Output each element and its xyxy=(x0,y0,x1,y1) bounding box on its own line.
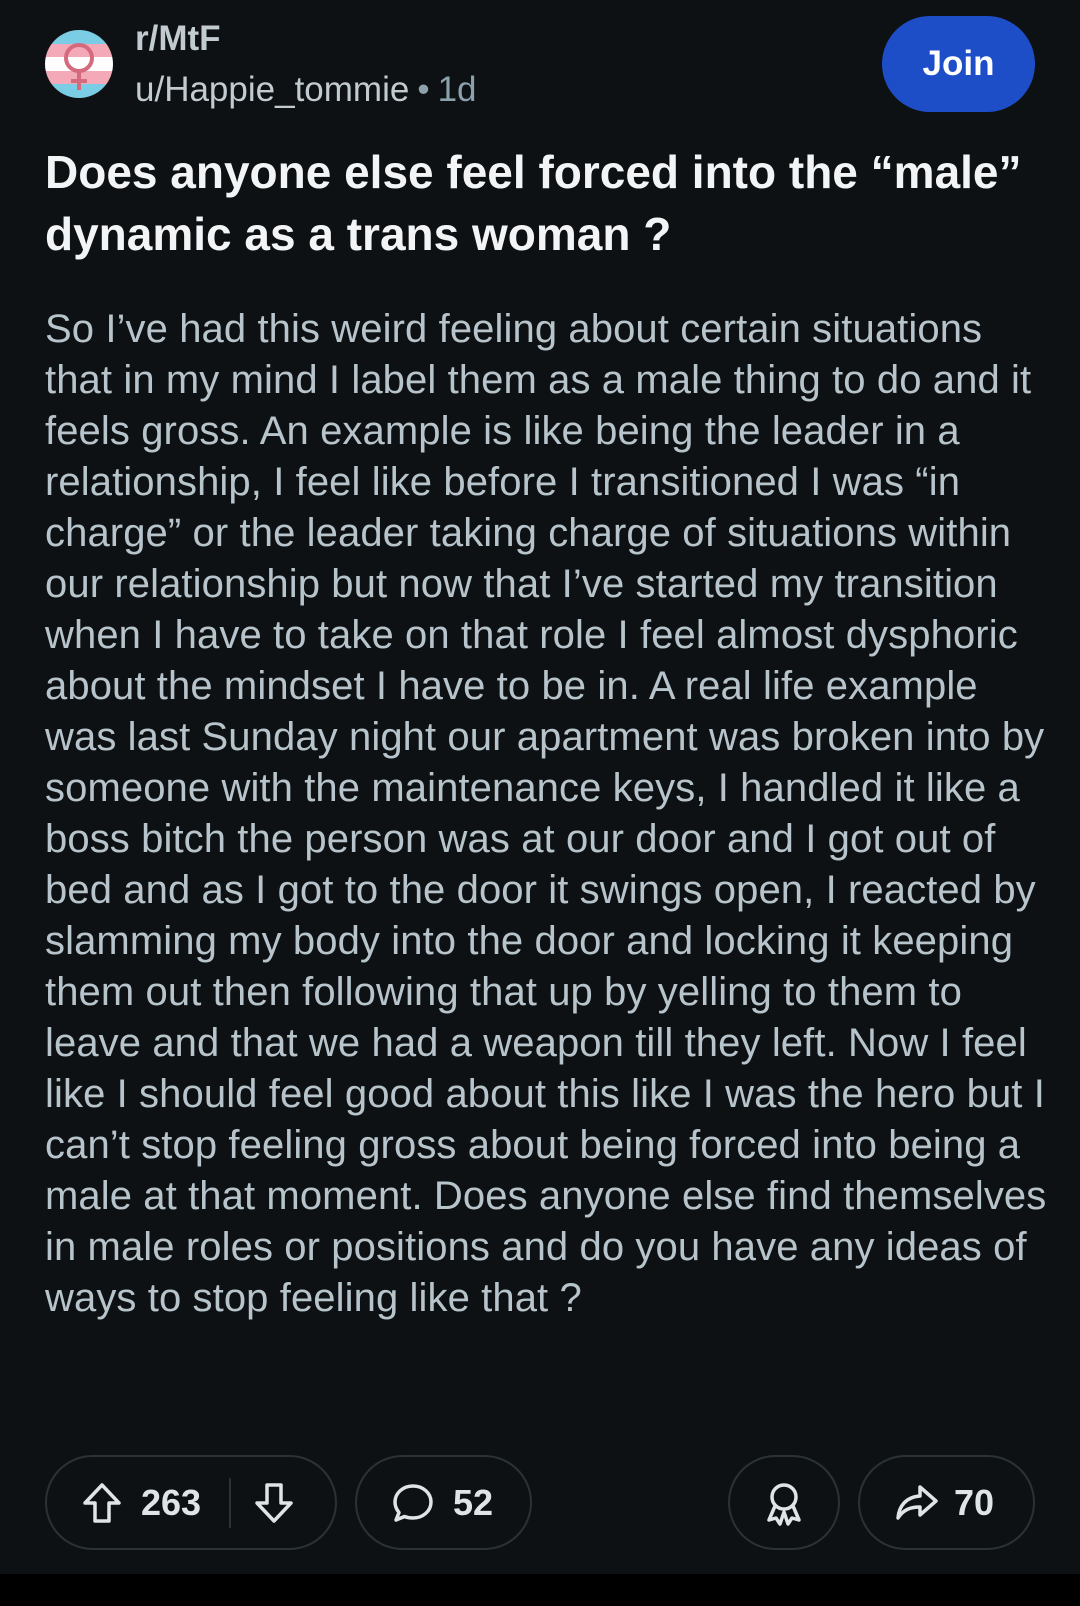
share-arrow-icon xyxy=(894,1483,940,1523)
award-icon xyxy=(762,1480,806,1526)
comment-bubble-icon xyxy=(391,1481,435,1525)
downvote-icon[interactable] xyxy=(253,1481,295,1525)
vote-divider xyxy=(229,1477,232,1528)
author-name[interactable]: u/Happie_tommie xyxy=(135,70,409,109)
trans-symbol-avatar-icon xyxy=(45,30,113,98)
award-button[interactable] xyxy=(728,1455,840,1550)
upvote-icon[interactable] xyxy=(81,1481,123,1525)
share-count: 70 xyxy=(954,1481,995,1523)
post-card: r/MtF u/Happie_tommie • 1d Join Does anyon… xyxy=(0,0,1080,1574)
vote-control: 263 xyxy=(45,1455,337,1550)
meta-separator: • xyxy=(417,70,430,109)
post-body: So I’ve had this weird feeling about cer… xyxy=(45,307,1047,1320)
share-button[interactable]: 70 xyxy=(858,1455,1035,1550)
comment-count: 52 xyxy=(453,1481,494,1523)
upvote-count: 263 xyxy=(141,1481,202,1523)
bottom-edge-bar xyxy=(0,1574,1080,1606)
post-age: 1d xyxy=(437,70,477,109)
subreddit-name[interactable]: r/MtF xyxy=(135,18,221,60)
join-button[interactable]: Join xyxy=(882,16,1035,112)
post-title[interactable]: Does anyone else feel forced into the “m… xyxy=(45,141,1045,265)
post-meta: u/Happie_tommie • 1d xyxy=(135,68,477,112)
subreddit-avatar[interactable] xyxy=(45,30,113,98)
comments-button[interactable]: 52 xyxy=(355,1455,532,1550)
